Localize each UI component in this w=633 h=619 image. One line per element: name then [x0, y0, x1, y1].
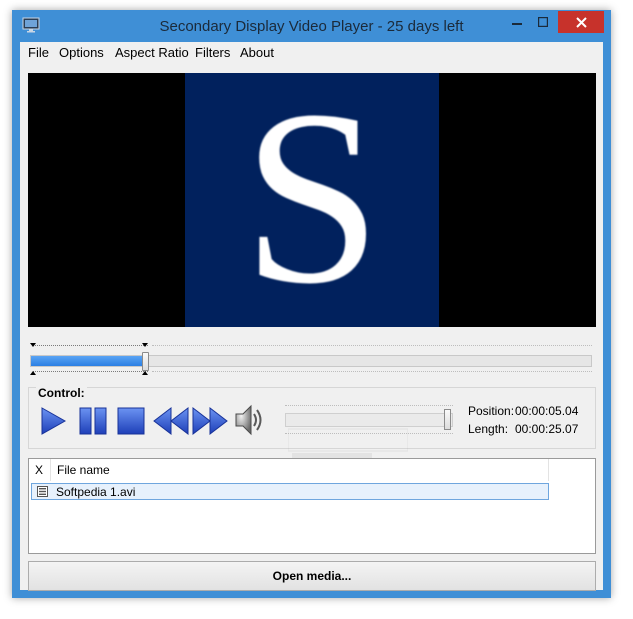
seek-thumb[interactable] — [142, 352, 149, 371]
close-button[interactable] — [558, 11, 604, 33]
control-label: Control: — [36, 386, 87, 400]
column-header-remove[interactable]: X — [29, 459, 51, 481]
seek-selection-end-marker-bottom — [142, 371, 148, 375]
seek-selection-end-marker — [142, 343, 148, 347]
list-item-file-name: Softpedia 1.avi — [56, 485, 136, 499]
seek-selection-ticks-top — [33, 345, 148, 349]
length-value: 00:00:25.07 — [515, 422, 579, 436]
stop-icon[interactable] — [117, 407, 145, 435]
video-frame: S — [185, 73, 439, 327]
file-list[interactable]: X File name Softpedia 1.avi — [28, 458, 596, 554]
seek-bar[interactable] — [28, 343, 596, 375]
seek-selection-ticks-bottom — [33, 371, 148, 375]
maximize-icon — [538, 17, 548, 27]
title-bar[interactable]: Secondary Display Video Player - 25 days… — [12, 10, 611, 42]
seek-progress-fill — [31, 356, 143, 366]
seek-selection-start-marker — [30, 343, 36, 347]
length-label: Length: — [468, 422, 509, 436]
close-icon — [575, 16, 587, 28]
position-value: 00:00:05.04 — [515, 404, 579, 418]
video-frame-letter: S — [242, 73, 382, 327]
client-area: File Options Aspect Ratio Filters About … — [20, 42, 603, 591]
speaker-icon[interactable] — [233, 403, 265, 437]
volume-ticks-bottom — [285, 433, 453, 437]
position-label: Position: — [468, 404, 515, 418]
fast-forward-icon[interactable] — [192, 407, 228, 435]
list-item[interactable]: Softpedia 1.avi — [31, 483, 549, 500]
volume-slider[interactable] — [285, 403, 455, 435]
maximize-button[interactable] — [530, 11, 556, 33]
play-icon[interactable] — [39, 407, 67, 435]
menu-about[interactable]: About — [240, 45, 274, 60]
menu-file[interactable]: File — [28, 45, 49, 60]
app-window: Secondary Display Video Player - 25 days… — [12, 10, 611, 598]
volume-thumb[interactable] — [444, 409, 451, 430]
seek-ticks-top — [152, 345, 592, 349]
minimize-button[interactable] — [504, 11, 530, 33]
pause-icon[interactable] — [78, 407, 108, 435]
menu-options[interactable]: Options — [59, 45, 104, 60]
seek-selection-start-marker-bottom — [30, 371, 36, 375]
rewind-icon[interactable] — [153, 407, 189, 435]
seek-track[interactable] — [30, 355, 592, 367]
menu-aspect-ratio[interactable]: Aspect Ratio — [115, 45, 189, 60]
minimize-icon — [512, 23, 522, 25]
open-media-button[interactable]: Open media... — [28, 561, 596, 591]
menu-filters[interactable]: Filters — [195, 45, 230, 60]
seek-ticks-bottom — [152, 371, 592, 375]
video-display[interactable]: S — [28, 73, 596, 327]
volume-ticks-top — [285, 405, 453, 409]
menu-bar: File Options Aspect Ratio Filters About — [20, 42, 603, 64]
column-header-file-name[interactable]: File name — [51, 459, 549, 481]
volume-track[interactable] — [285, 413, 453, 427]
control-group: Control: Position: 00:00:05.04 Length: 0… — [28, 386, 596, 449]
film-file-icon — [37, 486, 48, 497]
